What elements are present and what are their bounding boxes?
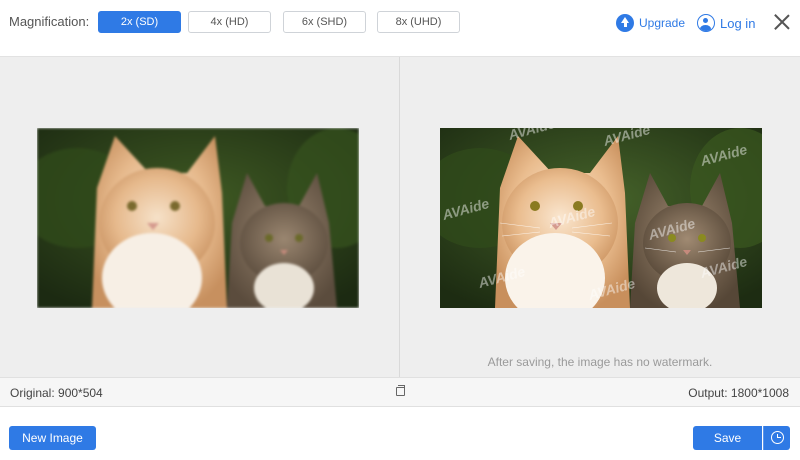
original-size: Original: 900*504 bbox=[10, 386, 103, 400]
clock-icon bbox=[771, 431, 784, 444]
compare-icon[interactable] bbox=[396, 385, 405, 396]
mag-option-8x[interactable]: 8x (UHD) bbox=[377, 11, 460, 33]
top-bar: Magnification: 2x (SD) 4x (HD) 6x (SHD) … bbox=[0, 0, 800, 56]
login-label: Log in bbox=[720, 15, 756, 31]
upgrade-icon bbox=[616, 14, 634, 32]
panel-divider bbox=[399, 57, 400, 378]
output-size: Output: 1800*1008 bbox=[688, 386, 789, 400]
save-button[interactable]: Save bbox=[693, 426, 762, 450]
footer: New Image Save bbox=[0, 408, 800, 460]
status-bar: Original: 900*504 Output: 1800*1008 bbox=[0, 377, 800, 407]
original-image bbox=[37, 128, 359, 308]
watermark-note: After saving, the image has no watermark… bbox=[487, 355, 713, 369]
history-button[interactable] bbox=[763, 426, 790, 450]
mag-option-2x[interactable]: 2x (SD) bbox=[98, 11, 181, 33]
user-icon bbox=[697, 14, 715, 32]
upgrade-button[interactable]: Upgrade bbox=[616, 13, 685, 33]
mag-option-6x[interactable]: 6x (SHD) bbox=[283, 11, 366, 33]
login-button[interactable]: Log in bbox=[697, 13, 755, 33]
preview-workspace: AVAide AVAide AVAide AVAide AVAide AVAid… bbox=[0, 56, 800, 378]
new-image-button[interactable]: New Image bbox=[9, 426, 96, 450]
upgrade-label: Upgrade bbox=[639, 16, 686, 30]
mag-option-4x[interactable]: 4x (HD) bbox=[188, 11, 271, 33]
close-icon[interactable] bbox=[773, 13, 791, 31]
output-image: AVAide AVAide AVAide AVAide AVAide AVAid… bbox=[440, 128, 762, 308]
magnification-label: Magnification: bbox=[9, 14, 90, 29]
